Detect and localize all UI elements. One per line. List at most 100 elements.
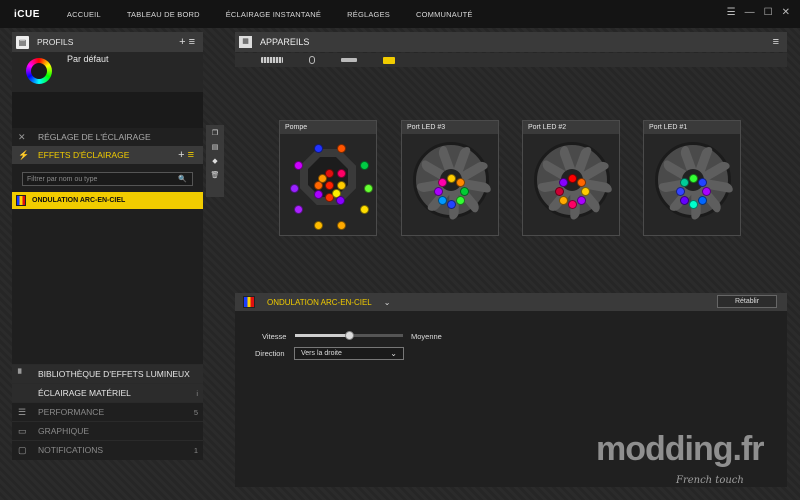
devices-menu-icon[interactable]: ≡ [773, 36, 779, 48]
card-title: Port LED #3 [402, 121, 498, 134]
profiles-icon: ▤ [16, 35, 29, 49]
led-dot [337, 221, 346, 230]
profiles-menu-button[interactable]: ≡ [189, 36, 198, 48]
maximize-button[interactable]: ☐ [764, 7, 773, 19]
lighting-setup-tab[interactable]: ✕ RÉGLAGE DE L'ÉCLAIRAGE [12, 128, 203, 146]
minimize-button[interactable]: — [745, 7, 755, 19]
library-icon: ▘ [18, 368, 25, 379]
card-title: Port LED #2 [523, 121, 619, 134]
nav-community[interactable]: COMMUNAUTÉ [416, 10, 473, 19]
paste-icon[interactable]: ▤ [212, 143, 219, 151]
profiles-header: ▤ PROFILS +≡ [12, 32, 203, 52]
nav-effects-library[interactable]: ▘ BIBLIOTHÈQUE D'EFFETS LUMINEUX [12, 364, 203, 383]
direction-label: Direction [255, 349, 285, 358]
led-dot [314, 190, 323, 199]
led-dot [577, 177, 587, 187]
reset-button[interactable]: Rétablir [717, 295, 777, 308]
watermark-tagline: French touch [676, 475, 744, 486]
monitor-icon: ▭ [18, 425, 27, 436]
chevron-down-icon: ⌄ [390, 349, 397, 358]
led-dot [360, 161, 369, 170]
window-controls: ☰ — ☐ ✕ [727, 7, 790, 19]
pump-card[interactable]: Pompe [279, 120, 377, 236]
filter-input[interactable]: Filtrer par nom ou type 🔍 [22, 172, 193, 186]
nav-settings[interactable]: RÉGLAGES [347, 10, 390, 19]
nav-instant-lighting[interactable]: ÉCLAIRAGE INSTANTANÉ [226, 10, 321, 19]
effect-name: ONDULATION ARC-EN-CIEL [267, 297, 372, 307]
lighting-effects-header[interactable]: ⚡ EFFETS D'ÉCLAIRAGE +≡ [12, 146, 203, 164]
delete-icon[interactable]: 🗑 [211, 171, 220, 179]
devices-title: APPAREILS [260, 37, 310, 47]
bottom-nav: ▘ BIBLIOTHÈQUE D'EFFETS LUMINEUX ÉCLAIRA… [12, 364, 203, 459]
speed-label: Vitesse [262, 332, 287, 341]
notification-count: 1 [193, 445, 198, 455]
wrench-icon: ✕ [18, 131, 26, 142]
performance-icon: ☰ [18, 406, 27, 417]
led-dot [294, 161, 303, 170]
commander-device-icon[interactable] [383, 56, 395, 64]
speed-slider[interactable] [295, 331, 403, 340]
led-dot [336, 196, 345, 205]
led-dot [555, 187, 564, 196]
effect-list-item[interactable]: ONDULATION ARC-EN-CIEL [12, 192, 203, 209]
led-dot [314, 144, 323, 153]
nav-graphics[interactable]: ▭ GRAPHIQUE [12, 421, 203, 440]
card-title: Port LED #1 [644, 121, 740, 134]
led-dot [294, 205, 303, 214]
led-dot [314, 221, 323, 230]
effects-menu-button[interactable]: ≡ [188, 149, 197, 161]
nav-accueil[interactable]: ACCUEIL [67, 10, 101, 19]
notification-icon: ▢ [18, 444, 27, 455]
led-dot [437, 177, 447, 187]
device-selector [235, 53, 787, 67]
led-dot [679, 177, 689, 187]
effect-selector[interactable]: ONDULATION ARC-EN-CIEL ⌄ Rétablir [235, 293, 787, 311]
led-dot [447, 200, 456, 209]
led-dot [360, 205, 369, 214]
led-port-2-card[interactable]: Port LED #2 [522, 120, 620, 236]
mousepad-device-icon[interactable] [341, 58, 357, 62]
title-bar: iCUE ACCUEIL TABLEAU DE BORD ÉCLAIRAGE I… [0, 0, 800, 28]
led-dot [698, 177, 708, 187]
nav-dashboard[interactable]: TABLEAU DE BORD [127, 10, 200, 19]
info-icon: i [196, 388, 198, 398]
led-port-1-card[interactable]: Port LED #1 [643, 120, 741, 236]
add-effect-button[interactable]: + [178, 149, 187, 161]
copy-icon[interactable]: ❐ [212, 129, 218, 137]
devices-header: ▦ APPAREILS ≡ [235, 32, 787, 52]
led-dot [337, 169, 346, 178]
search-icon: 🔍 [178, 176, 187, 183]
led-dot [434, 187, 443, 196]
direction-select[interactable]: Vers la droite ⌄ [294, 347, 404, 360]
nav-notifications[interactable]: ▢ NOTIFICATIONS 1 [12, 440, 203, 459]
led-port-3-card[interactable]: Port LED #3 [401, 120, 499, 236]
led-dot [364, 184, 373, 193]
keyboard-device-icon[interactable] [261, 57, 283, 63]
speed-slider-fill [295, 334, 349, 337]
menu-icon[interactable]: ☰ [727, 7, 736, 19]
led-dot [702, 187, 711, 196]
led-dot [337, 144, 346, 153]
led-dot [676, 187, 685, 196]
mouse-device-icon[interactable] [309, 56, 315, 64]
profile-icon [26, 58, 52, 84]
effect-toolbar: ❐ ▤ ◆ 🗑 [206, 125, 224, 197]
keyboard-icon: ▦ [239, 36, 252, 48]
profile-item[interactable]: Par défaut [12, 52, 203, 92]
led-dot [679, 196, 689, 206]
led-dot [325, 181, 334, 190]
led-dot [689, 174, 698, 183]
performance-count: 5 [193, 407, 198, 417]
led-dot [568, 174, 577, 183]
move-icon[interactable]: ◆ [212, 157, 217, 165]
app-logo: iCUE [14, 8, 40, 20]
speed-slider-handle[interactable] [345, 331, 354, 340]
nav-performance[interactable]: ☰ PERFORMANCE 5 [12, 402, 203, 421]
add-profile-button[interactable]: + [179, 36, 188, 48]
led-dot [558, 196, 568, 206]
nav-hardware-lighting[interactable]: ÉCLAIRAGE MATÉRIEL i [12, 383, 203, 402]
card-title: Pompe [280, 121, 376, 134]
close-button[interactable]: ✕ [782, 7, 790, 19]
lightning-icon: ⚡ [18, 149, 30, 160]
rainbow-wave-icon [16, 195, 26, 206]
